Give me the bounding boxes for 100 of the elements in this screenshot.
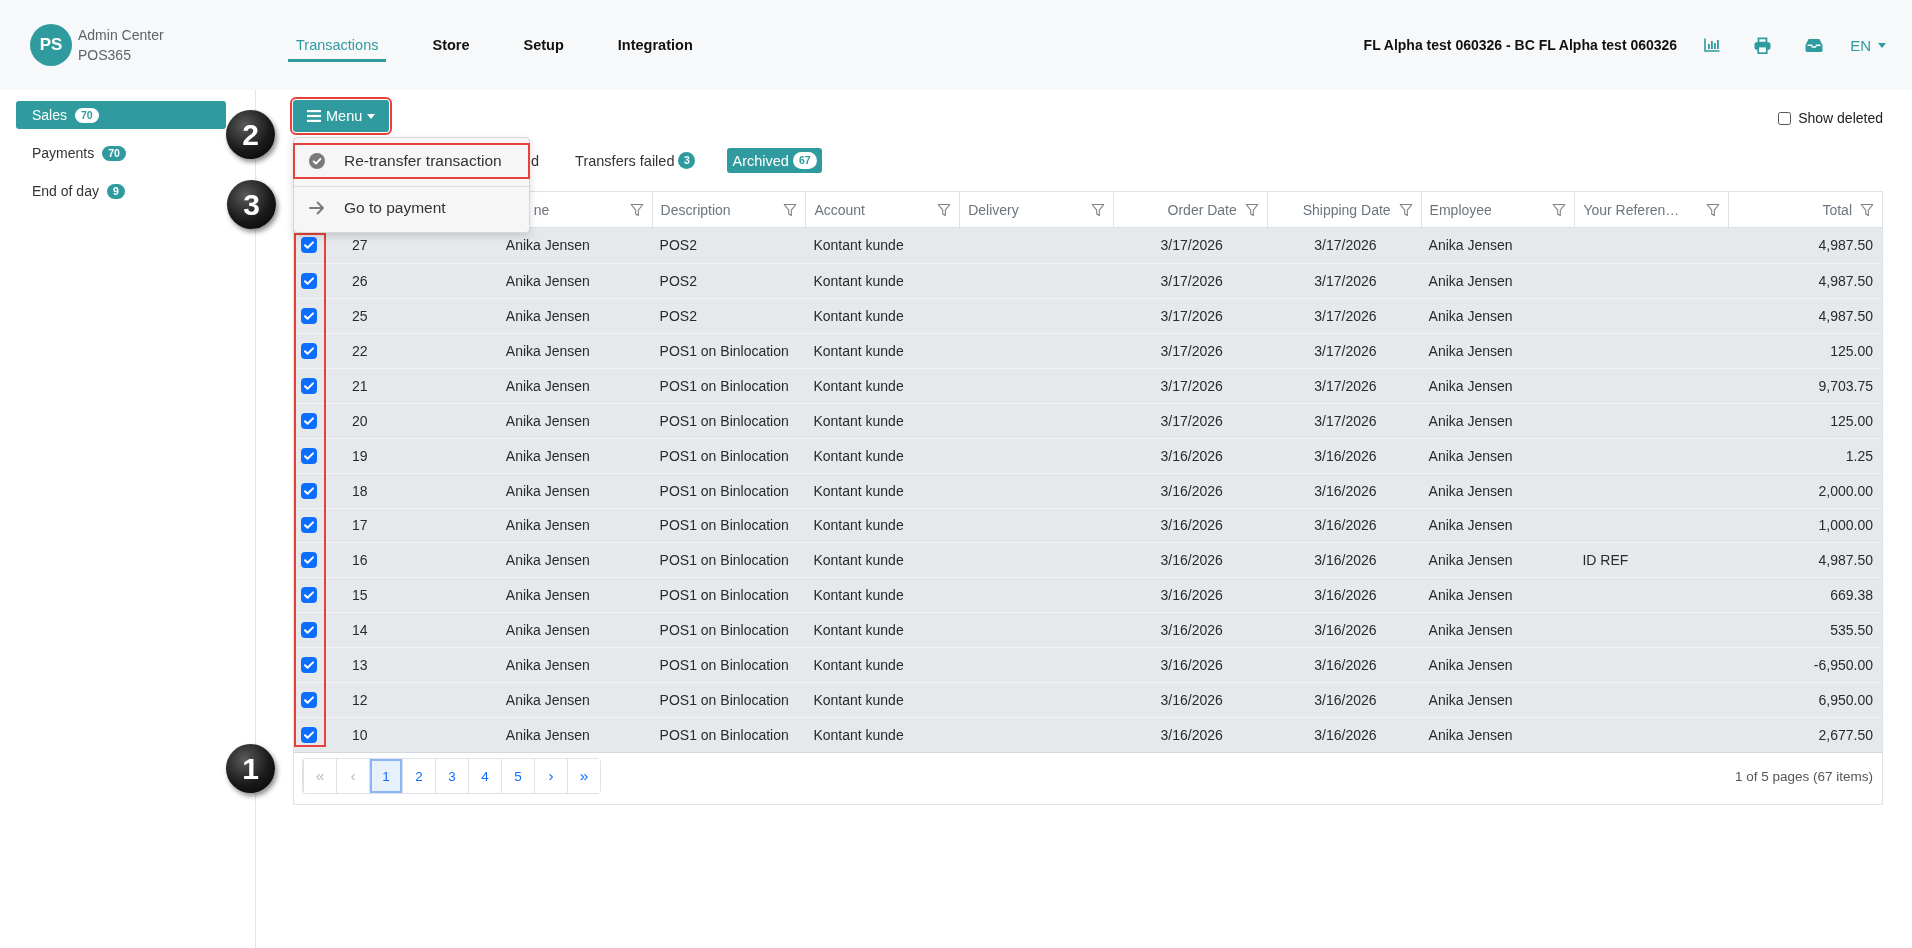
table-cell-text: POS1 on Binlocation <box>658 341 790 361</box>
nav-tab[interactable]: Store <box>424 28 478 62</box>
table-cell-text: 3/16/2026 <box>1159 691 1224 711</box>
table-cell-text: POS1 on Binlocation <box>658 621 790 641</box>
table-cell-text: Anika Jensen <box>1427 726 1514 746</box>
table-cell-text: Anika Jensen <box>1427 306 1514 326</box>
last-page-button[interactable]: » <box>567 759 600 794</box>
table-cell-text: Anika Jensen <box>504 621 591 641</box>
filter-icon[interactable] <box>1860 202 1874 217</box>
app-title: Admin Center <box>78 27 164 43</box>
table-cell-text: Anika Jensen <box>504 691 591 711</box>
table-cell-text: 3/17/2026 <box>1159 236 1224 256</box>
filter-tab[interactable]: d <box>527 148 544 173</box>
filter-icon[interactable] <box>1706 202 1721 217</box>
row-checkbox[interactable] <box>301 727 317 744</box>
nav-tab[interactable]: Setup <box>515 28 572 62</box>
nav-tab[interactable]: Transactions <box>288 28 387 62</box>
menu-icon <box>307 110 321 122</box>
table-cell-text: Kontant kunde <box>812 446 905 466</box>
table-cell-text: 125.00 <box>1829 341 1874 361</box>
column-header: Total <box>1821 201 1852 218</box>
filter-icon[interactable] <box>1552 202 1567 217</box>
filter-tab[interactable]: Transfers failed 3 <box>571 148 700 173</box>
language-selector[interactable]: EN <box>1848 32 1888 58</box>
step-marker: 2 <box>226 110 275 159</box>
table-cell-text: 3/17/2026 <box>1313 411 1378 431</box>
table-cell-text: 22 <box>351 341 369 361</box>
table-cell-text: 3/16/2026 <box>1313 446 1378 466</box>
table-cell-text: 3/16/2026 <box>1159 586 1224 606</box>
table-cell-text: 15 <box>351 586 369 606</box>
table-cell-text: Anika Jensen <box>1427 376 1514 396</box>
filter-tab[interactable]: Archived 67 <box>727 148 822 173</box>
table-cell-text: POS1 on Binlocation <box>658 481 790 501</box>
table-cell-text: 3/17/2026 <box>1159 411 1224 431</box>
filter-icon[interactable] <box>783 202 798 217</box>
table-cell-text: Kontant kunde <box>812 726 905 746</box>
row-checkbox[interactable] <box>301 237 317 254</box>
row-checkbox[interactable] <box>301 412 317 429</box>
menu-button[interactable]: Menu <box>293 100 390 132</box>
row-checkbox[interactable] <box>301 377 317 394</box>
filter-icon[interactable] <box>1091 202 1105 217</box>
page-button[interactable]: 1 <box>369 759 402 794</box>
filter-icon[interactable] <box>937 202 952 217</box>
table-cell-text: 17 <box>351 516 369 536</box>
sidebar-item[interactable]: End of day 9 <box>16 177 226 205</box>
row-checkbox[interactable] <box>301 482 317 499</box>
sidebar-item[interactable]: Payments 70 <box>16 139 226 167</box>
row-checkbox[interactable] <box>301 622 317 639</box>
table-cell-text: 18 <box>351 481 369 501</box>
table-cell-text: 669.38 <box>1829 586 1874 606</box>
row-checkbox[interactable] <box>301 692 317 709</box>
table-cell-text: 6,950.00 <box>1817 691 1874 711</box>
table-cell-text: 3/16/2026 <box>1159 551 1224 571</box>
table-cell-text: 2,000.00 <box>1817 481 1874 501</box>
column-header: Delivery <box>968 201 1020 218</box>
row-checkbox[interactable] <box>301 517 317 534</box>
step-marker: 3 <box>227 180 276 229</box>
nav-tab[interactable]: Integration <box>609 28 701 62</box>
table-cell-text: 125.00 <box>1829 411 1874 431</box>
column-header: ne <box>532 201 550 218</box>
table-cell-text: Anika Jensen <box>504 656 591 676</box>
show-deleted-label[interactable]: Show deleted <box>1798 110 1883 126</box>
table-cell-text: 3/17/2026 <box>1159 271 1224 291</box>
table-cell-text: 19 <box>351 446 369 466</box>
table-cell-text: Anika Jensen <box>504 586 591 606</box>
printer-icon[interactable] <box>1754 36 1772 54</box>
row-checkbox[interactable] <box>301 552 317 569</box>
logo-avatar: PS <box>30 24 72 66</box>
column-header: Employee <box>1429 201 1493 218</box>
table-cell-text: 3/16/2026 <box>1313 726 1378 746</box>
table-cell-text: Kontant kunde <box>812 236 905 256</box>
tab-count: 3 <box>678 152 696 169</box>
table-cell-text: 3/16/2026 <box>1159 726 1224 746</box>
filter-icon[interactable] <box>1398 202 1413 217</box>
filter-icon[interactable] <box>1244 202 1259 217</box>
row-checkbox[interactable] <box>301 447 317 464</box>
row-checkbox[interactable] <box>301 272 317 289</box>
table-cell-text: 3/16/2026 <box>1159 516 1224 536</box>
row-checkbox[interactable] <box>301 307 317 324</box>
row-checkbox[interactable] <box>301 342 317 359</box>
row-checkbox[interactable] <box>301 587 317 604</box>
table-cell-text: Kontant kunde <box>812 376 905 396</box>
tray-icon[interactable] <box>1805 38 1824 52</box>
filter-icon[interactable] <box>629 202 644 217</box>
table-cell-text: Anika Jensen <box>1427 411 1514 431</box>
show-deleted-checkbox[interactable] <box>1778 111 1792 125</box>
row-checkbox[interactable] <box>301 657 317 674</box>
bar-chart-icon[interactable] <box>1704 38 1721 52</box>
table-cell-text: POS1 on Binlocation <box>658 656 790 676</box>
table-cell-text: Anika Jensen <box>504 376 591 396</box>
table-cell-text: Anika Jensen <box>504 551 591 571</box>
table-cell-text: POS1 on Binlocation <box>658 516 790 536</box>
sidebar-item[interactable]: Sales 70 <box>16 101 226 129</box>
table-cell-text: 3/17/2026 <box>1313 341 1378 361</box>
menu-item[interactable]: Re-transfer transaction <box>294 144 529 178</box>
table-cell-text: 3/16/2026 <box>1159 446 1224 466</box>
table-cell-text: 16 <box>351 551 369 571</box>
column-header: Description <box>660 201 732 218</box>
table-cell-text: 3/17/2026 <box>1159 341 1224 361</box>
menu-item[interactable]: Go to payment <box>294 187 529 229</box>
